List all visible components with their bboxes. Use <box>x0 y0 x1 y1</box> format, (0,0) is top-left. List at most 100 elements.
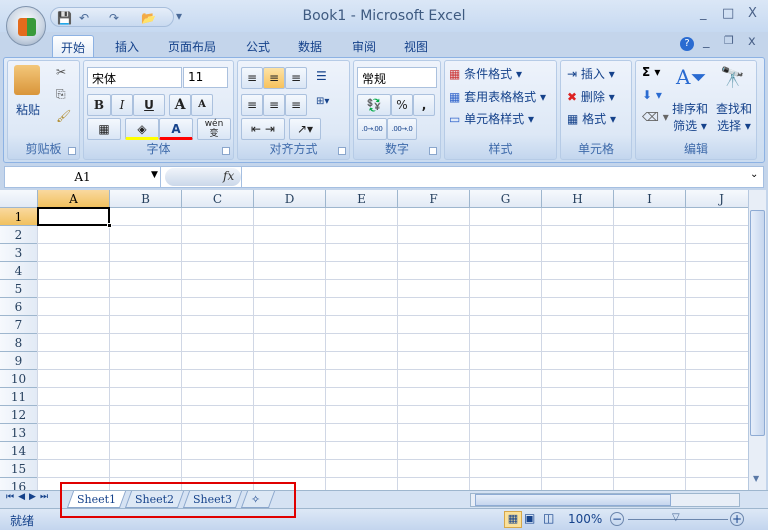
horizontal-scrollbar[interactable] <box>470 493 740 507</box>
copy-icon[interactable]: ⎘ <box>56 87 66 102</box>
format-as-table-button[interactable]: ▦ 套用表格格式 ▾ <box>449 88 546 105</box>
zoom-in-button[interactable]: + <box>730 512 744 526</box>
fill-handle[interactable] <box>107 223 112 228</box>
row-header[interactable]: 16 <box>0 478 38 490</box>
minimize-button[interactable]: _ <box>700 6 707 21</box>
orientation-button[interactable]: ↗▾ <box>289 118 321 140</box>
column-header[interactable]: J <box>686 190 748 208</box>
name-box-dropdown-icon[interactable]: ▼ <box>151 170 158 180</box>
merge-center-icon[interactable]: ⊞▾ <box>316 96 329 107</box>
column-header[interactable]: E <box>326 190 398 208</box>
align-top-button[interactable]: ≡ <box>241 67 263 89</box>
row-header[interactable]: 6 <box>0 298 38 316</box>
delete-cells-button[interactable]: ✖ 删除 ▾ <box>567 88 615 105</box>
ribbon-minimize-button[interactable]: _ <box>703 34 710 49</box>
row-header[interactable]: 1 <box>0 208 38 226</box>
page-break-view-button[interactable]: ◫ <box>543 511 554 525</box>
font-launcher-icon[interactable] <box>222 147 230 155</box>
row-header[interactable]: 3 <box>0 244 38 262</box>
vertical-scroll-thumb[interactable] <box>750 210 765 436</box>
cell-styles-button[interactable]: ▭ 单元格样式 ▾ <box>449 110 534 127</box>
normal-view-button[interactable]: ▦ <box>504 511 522 528</box>
ribbon-close-button[interactable]: x <box>748 34 756 49</box>
tab-insert[interactable]: 插入 <box>107 35 147 58</box>
row-header[interactable]: 11 <box>0 388 38 406</box>
font-size-select[interactable]: 11 <box>183 67 228 88</box>
conditional-format-button[interactable]: ▦ 条件格式 ▾ <box>449 65 522 82</box>
worksheet-grid[interactable]: A B C D E F G H I J 1 2 3 4 5 6 7 8 9 10 11 12 13 14 15 16 <box>0 190 748 490</box>
border-button[interactable]: ▦ <box>87 118 121 140</box>
row-header[interactable]: 8 <box>0 334 38 352</box>
column-header[interactable]: A <box>38 190 110 208</box>
underline-button[interactable]: U <box>133 94 165 116</box>
row-header[interactable]: 4 <box>0 262 38 280</box>
active-cell[interactable] <box>37 207 110 226</box>
page-layout-view-button[interactable]: ▣ <box>524 511 535 525</box>
sort-filter-icon[interactable]: A⏷ <box>676 65 706 89</box>
column-header[interactable]: G <box>470 190 542 208</box>
align-middle-button[interactable]: ≡ <box>263 67 285 89</box>
shrink-font-button[interactable]: A <box>191 94 213 116</box>
percent-button[interactable]: % <box>391 94 413 116</box>
row-header[interactable]: 13 <box>0 424 38 442</box>
comma-button[interactable]: , <box>413 94 435 116</box>
accounting-format-button[interactable]: 💱 <box>357 94 391 116</box>
number-launcher-icon[interactable] <box>429 147 437 155</box>
column-header[interactable]: D <box>254 190 326 208</box>
phonetic-button[interactable]: wén 变 <box>197 118 231 140</box>
office-button[interactable] <box>6 6 46 46</box>
row-header[interactable]: 2 <box>0 226 38 244</box>
decrease-decimal-button[interactable]: .00→.0 <box>387 118 417 140</box>
help-icon[interactable]: ? <box>680 37 694 51</box>
select-all-corner[interactable] <box>0 190 38 208</box>
format-painter-icon[interactable]: 🖌 <box>56 109 71 123</box>
italic-button[interactable]: I <box>111 94 133 116</box>
cut-icon[interactable]: ✂ <box>56 65 66 79</box>
fill-button[interactable]: ⬇ ▾ <box>642 88 662 102</box>
name-box[interactable]: A1 <box>5 167 161 187</box>
redo-icon[interactable]: ↷ <box>109 11 119 25</box>
row-header[interactable]: 5 <box>0 280 38 298</box>
tab-formulas[interactable]: 公式 <box>238 35 278 58</box>
wrap-text-icon[interactable]: ☰ <box>316 69 327 83</box>
close-button[interactable]: X <box>748 6 757 21</box>
column-header[interactable]: B <box>110 190 182 208</box>
row-header[interactable]: 15 <box>0 460 38 478</box>
number-format-select[interactable]: 常规 <box>357 67 437 88</box>
zoom-out-button[interactable]: − <box>610 512 624 526</box>
indent-buttons[interactable]: ⇤ ⇥ <box>241 118 285 140</box>
zoom-level[interactable]: 100% <box>568 512 602 526</box>
alignment-launcher-icon[interactable] <box>338 147 346 155</box>
zoom-slider-thumb[interactable]: ▽ <box>672 512 680 523</box>
find-select-icon[interactable]: 🔭 <box>720 65 745 89</box>
increase-decimal-button[interactable]: .0→.00 <box>357 118 387 140</box>
scroll-down-icon[interactable]: ▼ <box>753 474 759 483</box>
vertical-scrollbar[interactable]: ▼ <box>748 190 766 490</box>
bold-button[interactable]: B <box>87 94 111 116</box>
column-header[interactable]: F <box>398 190 470 208</box>
font-color-button[interactable]: A <box>159 118 193 140</box>
find-select-button[interactable]: 查找和 选择 ▾ <box>716 101 752 135</box>
align-left-button[interactable]: ≡ <box>241 94 263 116</box>
column-header[interactable]: H <box>542 190 614 208</box>
save-icon[interactable]: 💾 <box>57 11 72 25</box>
tab-data[interactable]: 数据 <box>290 35 330 58</box>
horizontal-scroll-thumb[interactable] <box>475 494 671 506</box>
grow-font-button[interactable]: A <box>169 94 191 116</box>
maximize-button[interactable]: □ <box>722 6 734 21</box>
column-header[interactable]: C <box>182 190 254 208</box>
column-header[interactable]: I <box>614 190 686 208</box>
paste-icon[interactable] <box>14 65 40 95</box>
align-bottom-button[interactable]: ≡ <box>285 67 307 89</box>
customize-qat-icon[interactable]: ▾ <box>176 9 182 23</box>
fill-color-button[interactable]: ◈ <box>125 118 159 140</box>
font-name-select[interactable]: 宋体 <box>87 67 182 88</box>
undo-icon[interactable]: ↶ <box>79 11 89 25</box>
insert-function-button[interactable]: fx <box>223 169 234 183</box>
row-header[interactable]: 14 <box>0 442 38 460</box>
insert-cells-button[interactable]: ⇥ 插入 ▾ <box>567 65 615 82</box>
ribbon-restore-button[interactable]: ❐ <box>724 34 734 47</box>
autosum-button[interactable]: Σ ▾ <box>642 65 660 79</box>
row-header[interactable]: 7 <box>0 316 38 334</box>
align-center-button[interactable]: ≡ <box>263 94 285 116</box>
